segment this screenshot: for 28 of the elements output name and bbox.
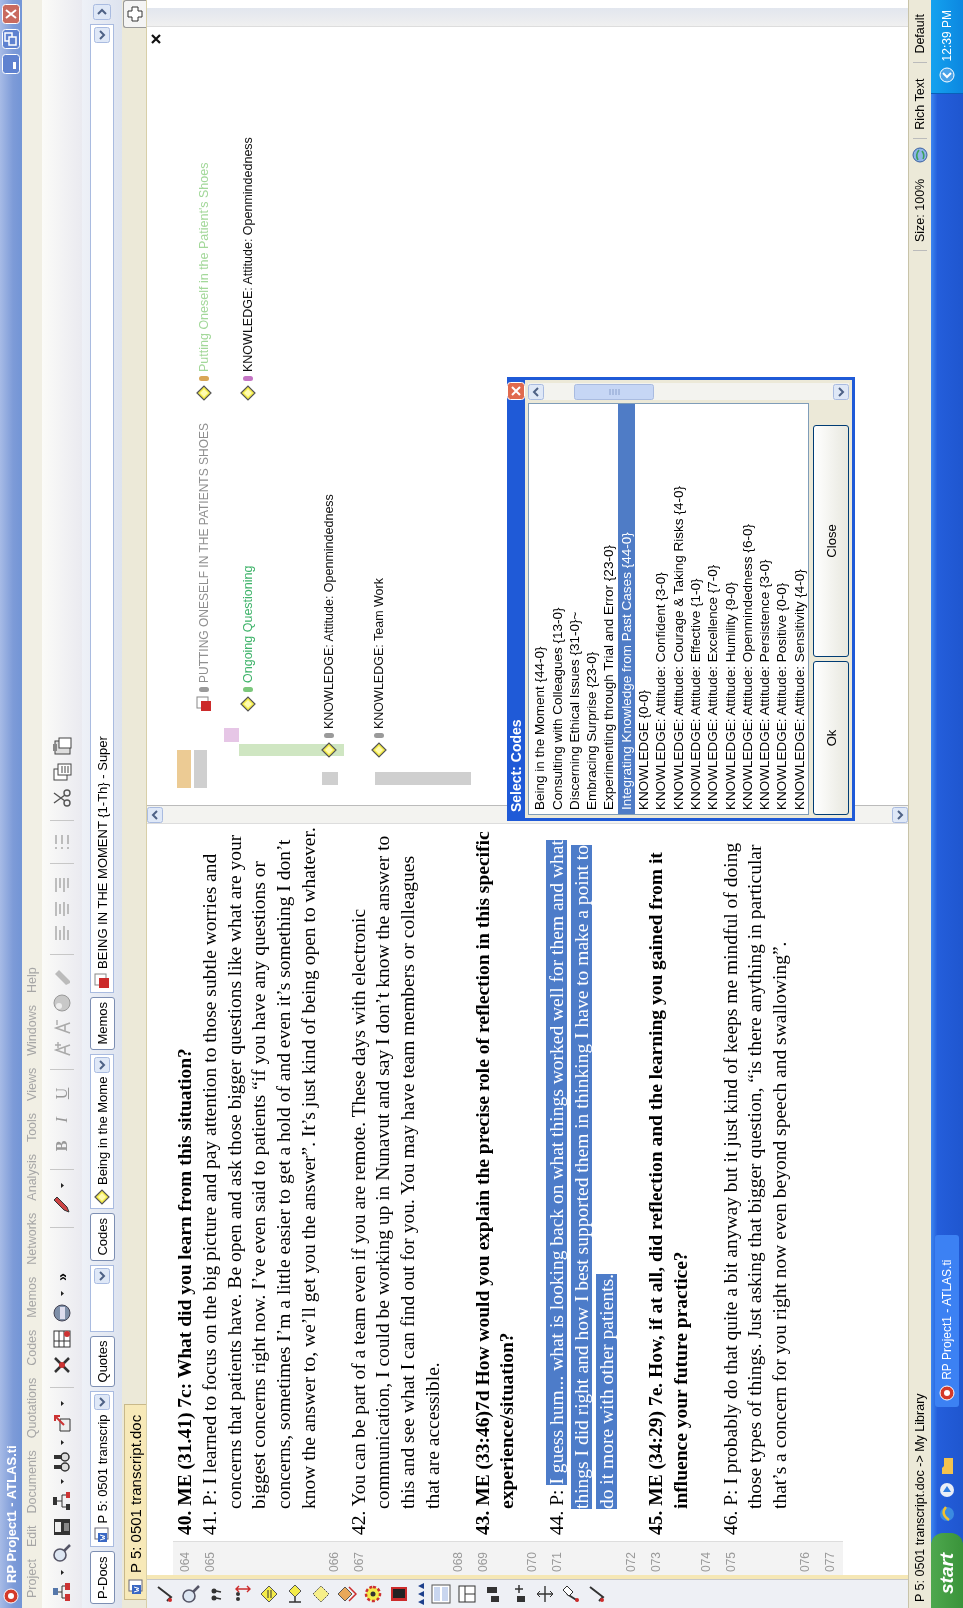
line-number: 066 xyxy=(321,1541,347,1575)
line-number: 068 xyxy=(445,1541,471,1575)
paragraph: 44. P: I guess hum... what is looking back on what things worked well for them and what things I did right and how I best supported them in thinking I have to make a point to do it more with other patients. xyxy=(544,839,618,1537)
window-title: RP Project1 - ATLAS.ti xyxy=(3,1445,19,1583)
paragraph: 42. You can be part of a team even if you are remote. These days with electronic communication, I could be working up in Nunavut and say I don’t know the answer to this and see what I can find out for you. You may have team members or colleagues that are accessible. xyxy=(346,834,444,1537)
paragraph: 46. P: I probably do that quite a bit anyway but it just kind of keeps me mindful of doing those types of things. Just asking that bigger question, “is there anything in particular that’s a concern for you right now even beyond speech and swallowing”. xyxy=(718,841,792,1537)
status-text: P 5: 0501 transcript.doc -> My Library xyxy=(913,1393,927,1602)
format-status: Rich Text xyxy=(913,70,927,139)
line-number: 072 xyxy=(619,1541,645,1575)
zoom-status: Size: 100% xyxy=(913,170,927,252)
line-number: 069 xyxy=(470,1541,521,1575)
line-number: 065 xyxy=(197,1541,322,1575)
style-status: Default xyxy=(913,6,927,63)
clock: 12:39 PM xyxy=(940,10,954,62)
question-text: 45. ME (34:29) 7e. How, if at all, did reflection and the learning you gained from it influence your future practice? xyxy=(644,851,692,1537)
line-number: 075 xyxy=(718,1541,793,1575)
line-number: 071 xyxy=(544,1541,620,1575)
line-number: 073 xyxy=(644,1541,694,1575)
paragraph: 41. P: I learned to focus on the big picture and pay attention to those subtle worries and concerns that patients have. Be open and ask those bigger questions like what are your biggest concerns right now. I’ve even said to patients “if you have any questions or concerns, sometimes I’m a little easier to get a hold of and even it’s something I don’t know the answer to, we’ll get you the answer”. It’s just kind of being open to whatever. xyxy=(197,826,320,1537)
line-number: 070 xyxy=(520,1541,545,1575)
line-number: 074 xyxy=(693,1541,719,1575)
dialog-title: Select: Codes xyxy=(508,719,525,812)
question-text: 40. ME (31.41) 7c: What did you learn from this situation? xyxy=(173,1047,196,1537)
question-text: 43. ME (33:46)7d How would you explain the precise role of reflection in this specific experience/situation? xyxy=(470,830,519,1537)
line-number: 076 xyxy=(792,1541,818,1575)
line-number: 067 xyxy=(346,1541,446,1575)
line-number: 064 xyxy=(173,1541,198,1575)
line-number: 077 xyxy=(817,1541,843,1575)
